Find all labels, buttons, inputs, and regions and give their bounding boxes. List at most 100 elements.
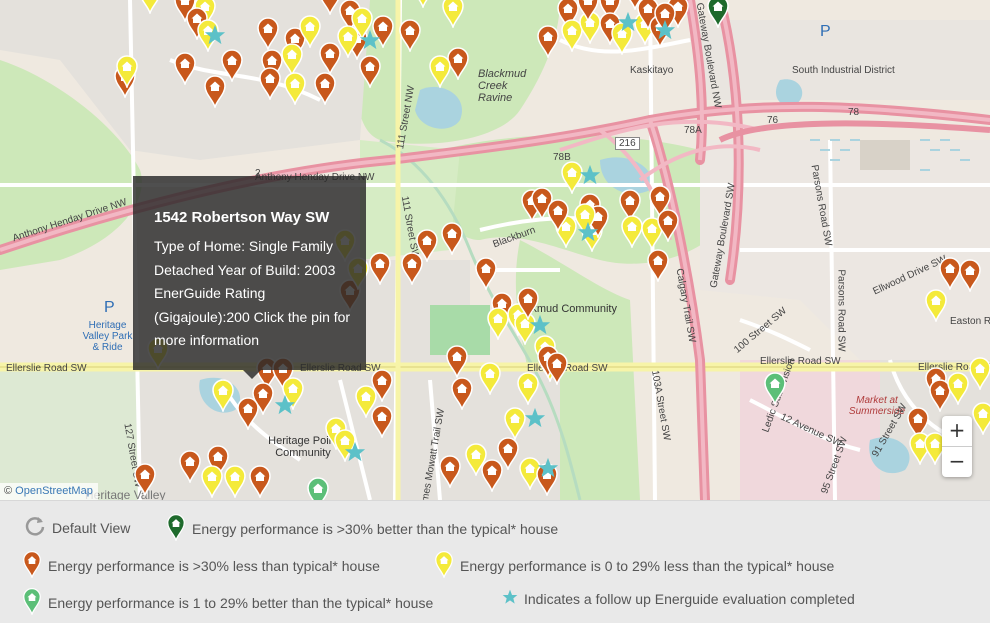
road-label-ellerslie-left: Ellerslie Road SW <box>6 363 87 374</box>
yellow-pin[interactable] <box>441 0 465 28</box>
orange-pin[interactable] <box>173 51 197 85</box>
orange-pin[interactable] <box>576 0 600 22</box>
light-green-pin-icon <box>22 587 42 618</box>
orange-pin[interactable] <box>203 74 227 108</box>
orange-pin[interactable] <box>646 248 670 282</box>
legend-item-star: Indicates a follow up Energuide evaluati… <box>502 589 855 608</box>
followup-star-icon[interactable] <box>617 11 639 33</box>
legend-label-light-green: Energy performance is 1 to 29% better th… <box>48 594 434 611</box>
orange-pin[interactable] <box>400 251 424 285</box>
orange-pin[interactable] <box>133 462 157 496</box>
followup-star-icon[interactable] <box>524 407 546 429</box>
yellow-pin[interactable] <box>138 0 162 14</box>
yellow-pin[interactable] <box>283 71 307 105</box>
map-view[interactable]: Anthony Henday Drive NW Anthony Henday D… <box>0 0 990 500</box>
copyright-symbol: © <box>4 485 13 497</box>
legend-label-star: Indicates a follow up Energuide evaluati… <box>524 590 855 607</box>
orange-pin[interactable] <box>358 54 382 88</box>
orange-pin[interactable] <box>248 464 272 498</box>
parking-icon-2: P <box>820 23 831 40</box>
orange-pin[interactable] <box>368 251 392 285</box>
refresh-icon <box>24 515 46 540</box>
tooltip-body: Type of Home: Single Family Detached Yea… <box>154 238 351 348</box>
yellow-pin[interactable] <box>968 356 990 390</box>
followup-star-icon[interactable] <box>359 29 381 51</box>
yellow-pin[interactable] <box>428 54 452 88</box>
legend-item-light-green: Energy performance is 1 to 29% better th… <box>22 587 433 618</box>
yellow-pin[interactable] <box>924 288 948 322</box>
pin-tooltip: 1542 Robertson Way SW Type of Home: Sing… <box>133 176 366 379</box>
yellow-pin[interactable] <box>354 384 378 418</box>
road-label-ellerslie-right: Ellerslie Road SW <box>760 356 841 367</box>
orange-pin[interactable] <box>546 198 570 232</box>
star-icon <box>502 589 518 608</box>
yellow-pin[interactable] <box>211 378 235 412</box>
yellow-pin-icon <box>434 550 454 581</box>
orange-pin[interactable] <box>445 344 469 378</box>
map-attribution: © OpenStreetMap <box>0 483 98 500</box>
yellow-pin[interactable] <box>478 361 502 395</box>
legend-item-yellow: Energy performance is 0 to 29% less than… <box>434 550 834 581</box>
legend-item-orange: Energy performance is >30% less than typ… <box>22 550 380 581</box>
orange-pin[interactable] <box>258 66 282 100</box>
dark-green-pin-icon <box>166 513 186 544</box>
legend-item-dark-green: Energy performance is >30% better than t… <box>166 513 558 544</box>
map-legend: Default View Energy performance is >30% … <box>0 500 990 623</box>
zoom-out-button[interactable]: − <box>942 447 972 477</box>
followup-star-icon[interactable] <box>344 441 366 463</box>
orange-pin[interactable] <box>313 71 337 105</box>
orange-pin[interactable] <box>398 18 422 52</box>
orange-pin[interactable] <box>623 0 647 10</box>
yellow-pin[interactable] <box>115 54 139 88</box>
orange-pin[interactable] <box>545 351 569 385</box>
light-green-pin[interactable] <box>306 476 330 500</box>
orange-pin[interactable] <box>438 454 462 488</box>
legend-label-yellow: Energy performance is 0 to 29% less than… <box>460 557 835 574</box>
orange-pin[interactable] <box>480 458 504 492</box>
orange-pin-icon <box>22 550 42 581</box>
yellow-pin[interactable] <box>223 464 247 498</box>
area-label-heritage-park-ride: Heritage Valley Park & Ride <box>82 320 133 353</box>
dark-green-pin[interactable] <box>706 0 730 28</box>
road-label-parsons-2: Parsons Road SW <box>835 269 847 352</box>
area-label-kaskitayo: Kaskitayo <box>630 65 674 76</box>
road-label-easton: Easton R <box>950 316 990 327</box>
osm-link[interactable]: OpenStreetMap <box>15 485 93 497</box>
orange-pin[interactable] <box>178 449 202 483</box>
yellow-pin[interactable] <box>971 401 990 435</box>
area-label-south-industrial: South Industrial District <box>792 65 895 76</box>
yellow-pin[interactable] <box>411 0 435 8</box>
legend-label-orange: Energy performance is >30% less than typ… <box>48 557 380 574</box>
orange-pin[interactable] <box>318 41 342 75</box>
followup-star-icon[interactable] <box>274 394 296 416</box>
tooltip-arrow <box>243 370 261 379</box>
orange-pin[interactable] <box>256 16 280 50</box>
followup-star-icon[interactable] <box>577 221 599 243</box>
legend-label-dark-green: Energy performance is >30% better than t… <box>192 520 559 537</box>
followup-star-icon[interactable] <box>204 24 226 46</box>
area-label-blackmud-ravine: Blackmud Creek Ravine <box>478 68 527 104</box>
light-green-pin[interactable] <box>763 371 787 405</box>
route-label-78a: 78A <box>684 125 702 136</box>
tooltip-address: 1542 Robertson Way SW <box>154 209 330 226</box>
zoom-in-button[interactable]: + <box>942 416 972 447</box>
orange-pin[interactable] <box>236 396 260 430</box>
route-label-76: 76 <box>767 115 779 126</box>
followup-star-icon[interactable] <box>529 314 551 336</box>
yellow-pin[interactable] <box>516 371 540 405</box>
followup-star-icon[interactable] <box>654 19 676 41</box>
route-shield-216: 216 <box>615 137 640 150</box>
followup-star-icon[interactable] <box>579 164 601 186</box>
orange-pin[interactable] <box>958 258 982 292</box>
orange-pin[interactable] <box>440 221 464 255</box>
default-view-button[interactable]: Default View <box>24 515 130 540</box>
route-label-78: 78 <box>848 107 860 118</box>
default-view-label: Default View <box>52 519 131 536</box>
orange-pin[interactable] <box>656 208 680 242</box>
yellow-pin[interactable] <box>200 464 224 498</box>
yellow-pin[interactable] <box>946 371 970 405</box>
orange-pin[interactable] <box>474 256 498 290</box>
zoom-control: + − <box>942 416 972 477</box>
followup-star-icon[interactable] <box>537 457 559 479</box>
orange-pin[interactable] <box>450 376 474 410</box>
